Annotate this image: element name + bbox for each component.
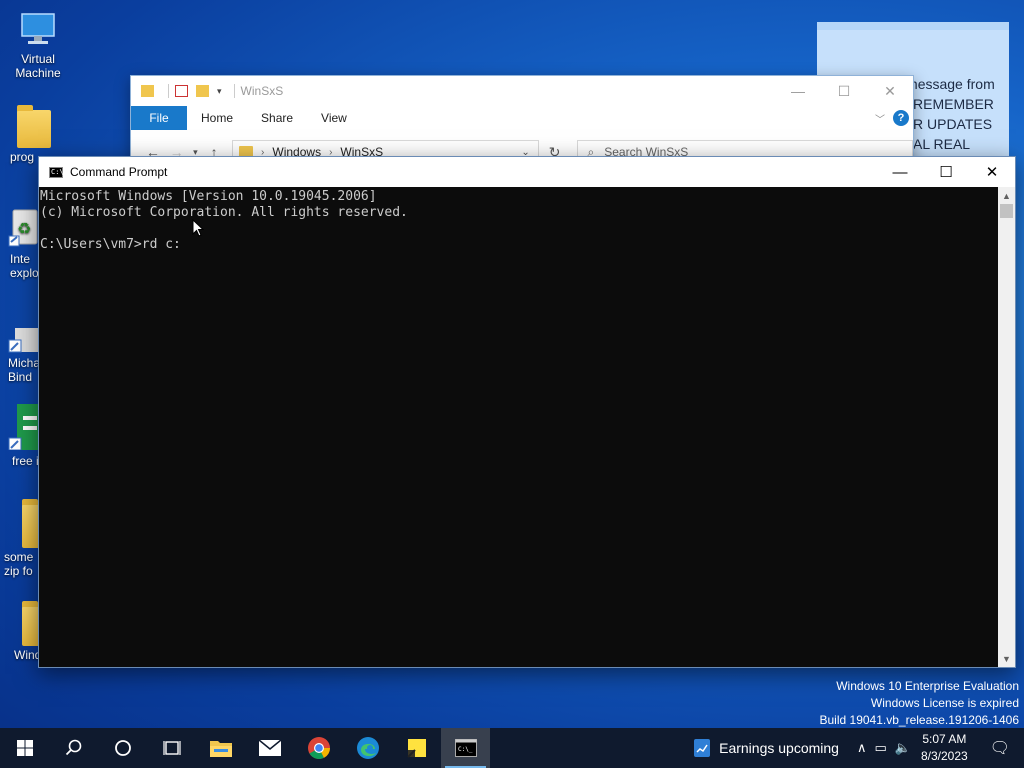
close-button[interactable]: ✕ [867, 76, 913, 106]
expand-ribbon-icon[interactable]: ﹀ [875, 111, 885, 126]
windows-logo-icon [16, 740, 33, 756]
clock[interactable]: 5:07 AM 8/3/2023 [915, 731, 982, 765]
taskbar-file-explorer[interactable] [196, 728, 245, 768]
volume-muted-icon[interactable]: 🔈 [891, 740, 915, 756]
scroll-up-icon[interactable]: ▲ [998, 187, 1015, 204]
search-icon [65, 739, 81, 756]
system-tray: Earnings upcoming ∧ ▭ 🔈 5:07 AM 8/3/2023… [693, 728, 1024, 768]
search-button[interactable] [49, 728, 98, 768]
command-prompt-window[interactable]: C:\ Command Prompt — ☐ ✕ Microsoft Windo… [38, 156, 1016, 668]
maximize-button[interactable]: ☐ [821, 76, 867, 106]
news-widget[interactable]: Earnings upcoming [693, 738, 853, 758]
properties-icon[interactable] [175, 85, 188, 97]
taskbar: C:\_ Earnings upcoming ∧ ▭ 🔈 5:07 AM 8/3… [0, 728, 1024, 768]
watermark-line: Windows License is expired [870, 696, 1019, 710]
task-view-icon [162, 741, 181, 755]
clock-date: 8/3/2023 [920, 749, 968, 763]
folder-icon [141, 85, 154, 97]
taskbar-edge[interactable] [343, 728, 392, 768]
help-icon[interactable]: ? [893, 110, 909, 126]
network-icon[interactable]: ▭ [870, 740, 890, 756]
minimize-button[interactable]: — [775, 76, 821, 106]
start-button[interactable] [0, 728, 49, 768]
taskbar-mail[interactable] [245, 728, 294, 768]
svg-text:C:\_: C:\_ [458, 746, 473, 753]
watermark-line: Build 19041.vb_release.191206-1406 [819, 713, 1020, 727]
close-button[interactable]: ✕ [969, 157, 1015, 187]
windows-watermark: Windows 10 Enterprise Evaluation Windows… [820, 678, 1020, 729]
task-view-button[interactable] [147, 728, 196, 768]
chevron-down-icon[interactable]: ▾ [217, 86, 222, 97]
tab-view[interactable]: View [307, 111, 361, 125]
desktop-icon-virtual-machine[interactable]: Virtual Machine [0, 10, 76, 80]
computer-icon [18, 10, 58, 50]
shortcut-icon [7, 326, 41, 354]
scroll-down-icon[interactable]: ▼ [998, 650, 1015, 667]
folder-icon [209, 741, 232, 757]
show-hidden-icons-icon[interactable]: ∧ [853, 740, 871, 756]
vertical-scrollbar[interactable]: ▲ ▼ [998, 187, 1015, 667]
news-text: Earnings upcoming [719, 740, 839, 756]
stock-chart-icon [694, 739, 711, 757]
taskbar-command-prompt[interactable]: C:\_ [441, 728, 490, 768]
taskbar-sticky-notes[interactable] [392, 728, 441, 768]
mail-icon [258, 739, 281, 756]
cortana-icon [114, 740, 131, 756]
desktop: Virtual Machine prog ♻ Inte explo Micha … [0, 0, 1024, 728]
cmd-icon: C:\_ [454, 739, 477, 757]
tab-share[interactable]: Share [247, 111, 307, 125]
console-line: Microsoft Windows [Version 10.0.19045.20… [40, 189, 377, 204]
sticky-notes-icon [406, 739, 426, 758]
explorer-titlebar[interactable]: ▾ WinSxS — ☐ ✕ [131, 76, 913, 106]
new-folder-icon[interactable] [196, 85, 209, 97]
spreadsheet-icon [7, 404, 41, 451]
notifications-icon[interactable]: 🗨 [982, 738, 1024, 758]
mouse-cursor-icon [192, 219, 204, 237]
cortana-button[interactable] [98, 728, 147, 768]
console-prompt-line[interactable]: C:\Users\vm7>rd c: [40, 237, 1000, 253]
edge-icon [356, 737, 379, 759]
recycle-icon: ♻ [7, 206, 41, 247]
minimize-button[interactable]: — [877, 157, 923, 187]
watermark-line: Windows 10 Enterprise Evaluation [836, 679, 1019, 693]
cmd-title: Command Prompt [70, 165, 168, 179]
tab-home[interactable]: Home [187, 111, 247, 125]
divider [168, 84, 169, 98]
scroll-thumb[interactable] [1000, 204, 1013, 218]
taskbar-chrome[interactable] [294, 728, 343, 768]
cmd-titlebar[interactable]: C:\ Command Prompt — ☐ ✕ [39, 157, 1015, 187]
divider [233, 84, 235, 98]
folder-icon [17, 105, 51, 148]
clock-time: 5:07 AM [922, 732, 967, 746]
tab-file[interactable]: File [131, 106, 187, 130]
explorer-title: WinSxS [240, 84, 284, 98]
svg-text:♻: ♻ [17, 219, 31, 238]
cmd-icon: C:\ [49, 166, 64, 178]
console-line: (c) Microsoft Corporation. All rights re… [40, 205, 408, 220]
ribbon: File Home Share View ﹀ ? [131, 106, 913, 130]
desktop-icon-label: Virtual Machine [15, 52, 61, 80]
console-output[interactable]: Microsoft Windows [Version 10.0.19045.20… [39, 187, 1000, 667]
chrome-icon [307, 737, 330, 759]
maximize-button[interactable]: ☐ [923, 157, 969, 187]
